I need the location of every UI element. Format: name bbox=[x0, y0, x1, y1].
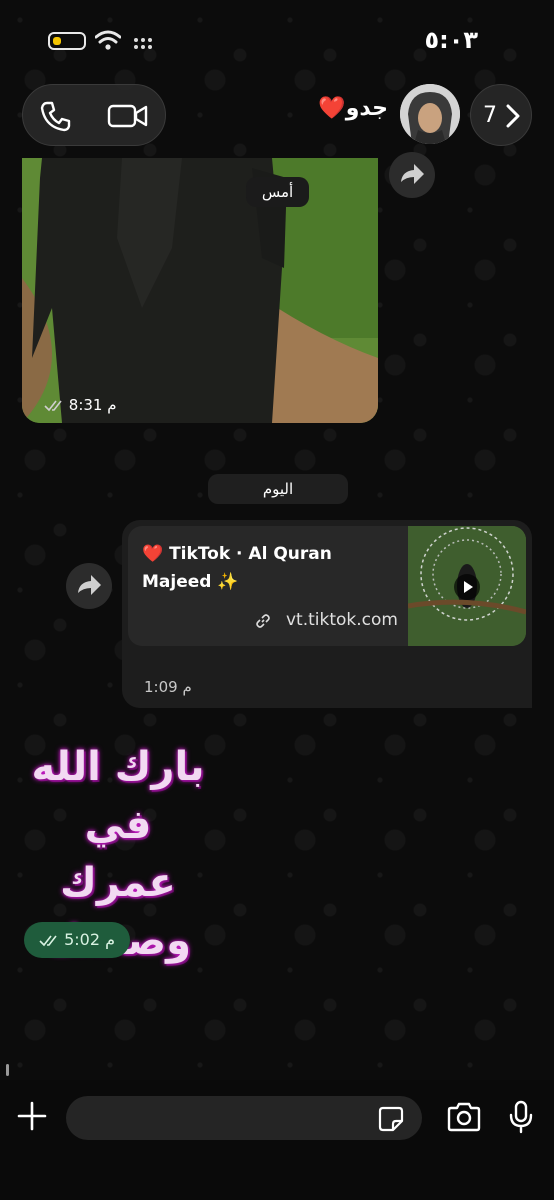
link-timestamp: 1:09 م bbox=[144, 678, 192, 696]
battery-level bbox=[53, 37, 62, 45]
status-bar: ٥:٠٣ bbox=[0, 0, 554, 80]
sticker-timestamp: 5:02 م bbox=[24, 922, 130, 958]
back-button[interactable]: 7 bbox=[470, 84, 532, 146]
sticker-time: 5:02 م bbox=[24, 930, 130, 949]
unread-count: 7 bbox=[483, 103, 497, 128]
wifi-icon bbox=[95, 30, 121, 50]
double-check-icon bbox=[39, 935, 57, 946]
forward-icon bbox=[401, 164, 424, 184]
call-actions bbox=[22, 84, 166, 146]
forward-button[interactable] bbox=[389, 152, 435, 198]
photo-timestamp: 8:31 م bbox=[44, 396, 117, 414]
message-input[interactable] bbox=[66, 1096, 422, 1140]
link-thumbnail bbox=[407, 526, 526, 646]
video-icon[interactable] bbox=[107, 101, 149, 131]
forward-button[interactable] bbox=[66, 563, 112, 609]
plus-icon[interactable] bbox=[16, 1100, 48, 1132]
forward-icon bbox=[78, 575, 101, 595]
chevron-right-icon bbox=[506, 104, 520, 128]
sticker-line: في عمرك bbox=[60, 802, 176, 906]
link-icon bbox=[256, 614, 270, 628]
play-button[interactable] bbox=[454, 574, 480, 600]
sticker-time-text: 5:02 م bbox=[64, 930, 115, 949]
phone-icon[interactable] bbox=[39, 99, 73, 133]
battery-icon bbox=[48, 32, 86, 50]
date-chip-yesterday: أمس bbox=[246, 177, 309, 207]
link-domain: vt.tiktok.com bbox=[286, 610, 398, 630]
play-icon bbox=[464, 581, 473, 593]
avatar[interactable] bbox=[400, 84, 460, 144]
photo-message[interactable] bbox=[22, 158, 378, 423]
cellular-dots-icon bbox=[134, 38, 158, 50]
photo-time: 8:31 م bbox=[68, 396, 117, 414]
clock: ٥:٠٣ bbox=[424, 26, 478, 54]
composer-bar bbox=[0, 1080, 554, 1200]
link-preview[interactable]: ❤️ TikTok · Al Quran Majeed ✨ vt.tiktok.… bbox=[128, 526, 526, 646]
double-check-icon bbox=[44, 400, 62, 411]
mic-icon[interactable] bbox=[508, 1100, 534, 1134]
link-message[interactable]: ❤️ TikTok · Al Quran Majeed ✨ vt.tiktok.… bbox=[122, 520, 532, 708]
date-chip-today: اليوم bbox=[208, 474, 348, 504]
contact-name[interactable]: جدو❤️ bbox=[318, 96, 388, 121]
link-title: ❤️ TikTok · Al Quran Majeed ✨ bbox=[142, 544, 332, 592]
sticker-line: بارك الله bbox=[31, 744, 205, 790]
camera-icon[interactable] bbox=[446, 1102, 482, 1132]
scroll-indicator bbox=[6, 1064, 9, 1076]
sticker-icon[interactable] bbox=[378, 1106, 404, 1132]
sticker-message[interactable]: بارك الله في عمرك وصحتك bbox=[28, 738, 208, 964]
